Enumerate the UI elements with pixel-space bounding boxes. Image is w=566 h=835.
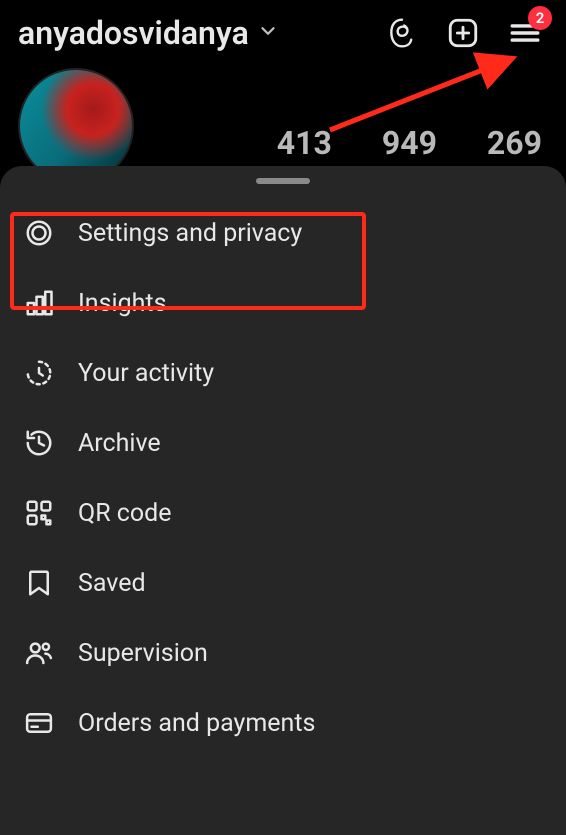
- menu-button[interactable]: 2: [508, 16, 542, 50]
- menu-item-insights[interactable]: Insights: [0, 268, 566, 338]
- chevron-down-icon: [257, 20, 279, 46]
- posts-count[interactable]: 413: [277, 124, 332, 162]
- menu-label: Supervision: [78, 639, 208, 668]
- create-button[interactable]: [446, 16, 480, 50]
- bottom-sheet: Settings and privacy Insights Your activ…: [0, 166, 566, 835]
- menu-label: Insights: [78, 289, 166, 318]
- menu-label: Saved: [78, 569, 146, 598]
- bookmark-icon: [22, 566, 56, 600]
- card-icon: [22, 706, 56, 740]
- username-switcher[interactable]: anyadosvidanya: [18, 14, 376, 52]
- following-count[interactable]: 269: [487, 124, 542, 162]
- menu-item-settings[interactable]: Settings and privacy: [0, 198, 566, 268]
- menu-label: Your activity: [78, 359, 214, 388]
- menu-label: Orders and payments: [78, 709, 315, 738]
- header-bar: anyadosvidanya 2: [0, 0, 566, 62]
- menu-item-supervision[interactable]: Supervision: [0, 618, 566, 688]
- menu-label: QR code: [78, 499, 172, 528]
- menu-list: Settings and privacy Insights Your activ…: [0, 198, 566, 758]
- qr-icon: [22, 496, 56, 530]
- username-label: anyadosvidanya: [18, 14, 249, 52]
- menu-item-qr[interactable]: QR code: [0, 478, 566, 548]
- activity-icon: [22, 356, 56, 390]
- bar-chart-icon: [22, 286, 56, 320]
- gear-icon: [22, 216, 56, 250]
- menu-label: Settings and privacy: [78, 219, 302, 248]
- menu-item-activity[interactable]: Your activity: [0, 338, 566, 408]
- menu-label: Archive: [78, 429, 161, 458]
- menu-item-archive[interactable]: Archive: [0, 408, 566, 478]
- people-icon: [22, 636, 56, 670]
- sheet-grabber[interactable]: [256, 178, 310, 184]
- profile-stats: 413 949 269: [148, 90, 548, 162]
- notifications-badge: 2: [528, 6, 552, 30]
- menu-item-orders[interactable]: Orders and payments: [0, 688, 566, 758]
- threads-icon[interactable]: [386, 17, 418, 49]
- header-actions: 2: [386, 16, 542, 50]
- followers-count[interactable]: 949: [382, 124, 437, 162]
- history-icon: [22, 426, 56, 460]
- menu-item-saved[interactable]: Saved: [0, 548, 566, 618]
